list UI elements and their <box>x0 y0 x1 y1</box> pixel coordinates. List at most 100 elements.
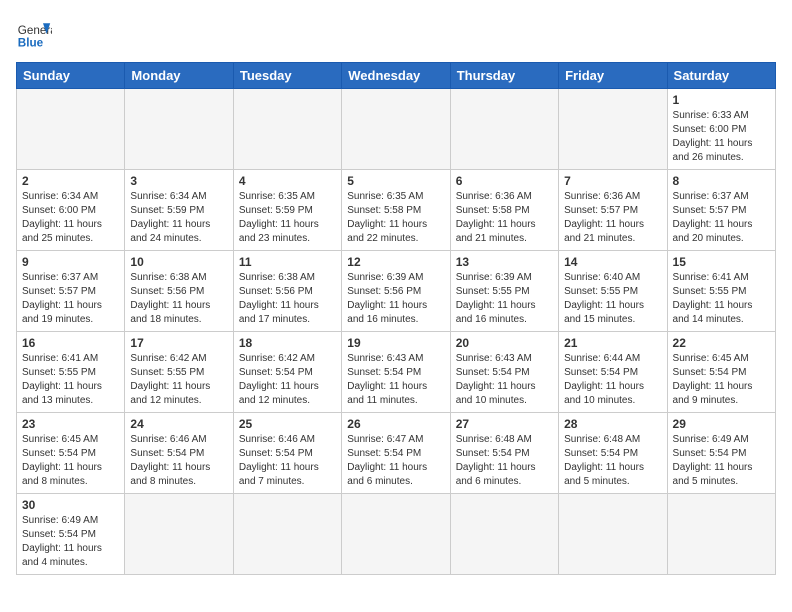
day-info: Sunrise: 6:46 AM Sunset: 5:54 PM Dayligh… <box>239 433 336 489</box>
calendar-cell: 30Sunrise: 6:49 AM Sunset: 5:54 PM Dayli… <box>17 494 125 575</box>
day-number: 6 <box>456 174 553 188</box>
day-info: Sunrise: 6:48 AM Sunset: 5:54 PM Dayligh… <box>564 433 661 489</box>
calendar-cell: 5 Sunrise: 6:35 AM Sunset: 5:58 PM Daylig… <box>342 170 450 251</box>
calendar-cell: 3 Sunrise: 6:34 AM Sunset: 5:59 PM Daylig… <box>125 170 233 251</box>
day-number: 12 <box>347 255 444 269</box>
day-number: 7 <box>564 174 661 188</box>
calendar-cell: 4 Sunrise: 6:35 AM Sunset: 5:59 PM Daylig… <box>233 170 341 251</box>
day-info: Sunrise: 6:37 AM Sunset: 5:57 PM Dayligh… <box>22 271 119 327</box>
calendar-cell <box>125 89 233 170</box>
calendar-cell <box>342 89 450 170</box>
day-info: Sunrise: 6:49 AM Sunset: 5:54 PM Dayligh… <box>673 433 770 489</box>
day-info: Sunrise: 6:42 AM Sunset: 5:54 PM Dayligh… <box>239 352 336 408</box>
day-info: Sunrise: 6:44 AM Sunset: 5:54 PM Dayligh… <box>564 352 661 408</box>
day-number: 22 <box>673 336 770 350</box>
calendar-cell <box>233 89 341 170</box>
day-info: Sunrise: 6:36 AM Sunset: 5:57 PM Dayligh… <box>564 190 661 246</box>
calendar-cell: 7 Sunrise: 6:36 AM Sunset: 5:57 PM Daylig… <box>559 170 667 251</box>
day-number: 11 <box>239 255 336 269</box>
day-number: 5 <box>347 174 444 188</box>
calendar-cell: 18 Sunrise: 6:42 AM Sunset: 5:54 PM Dayli… <box>233 332 341 413</box>
weekday-header-saturday: Saturday <box>667 63 775 89</box>
calendar-cell: 17Sunrise: 6:42 AM Sunset: 5:55 PM Dayli… <box>125 332 233 413</box>
calendar-cell <box>342 494 450 575</box>
day-number: 23 <box>22 417 119 431</box>
day-info: Sunrise: 6:35 AM Sunset: 5:58 PM Dayligh… <box>347 190 444 246</box>
calendar-cell: 14 Sunrise: 6:40 AM Sunset: 5:55 PM Dayli… <box>559 251 667 332</box>
calendar-week-3: 9Sunrise: 6:37 AM Sunset: 5:57 PM Daylig… <box>17 251 776 332</box>
calendar-cell: 2 Sunrise: 6:34 AM Sunset: 6:00 PM Daylig… <box>17 170 125 251</box>
calendar-cell <box>450 89 558 170</box>
day-info: Sunrise: 6:40 AM Sunset: 5:55 PM Dayligh… <box>564 271 661 327</box>
calendar-week-4: 16Sunrise: 6:41 AM Sunset: 5:55 PM Dayli… <box>17 332 776 413</box>
day-number: 29 <box>673 417 770 431</box>
day-info: Sunrise: 6:35 AM Sunset: 5:59 PM Dayligh… <box>239 190 336 246</box>
day-info: Sunrise: 6:36 AM Sunset: 5:58 PM Dayligh… <box>456 190 553 246</box>
day-info: Sunrise: 6:48 AM Sunset: 5:54 PM Dayligh… <box>456 433 553 489</box>
day-info: Sunrise: 6:46 AM Sunset: 5:54 PM Dayligh… <box>130 433 227 489</box>
weekday-header-tuesday: Tuesday <box>233 63 341 89</box>
calendar-cell: 21Sunrise: 6:44 AM Sunset: 5:54 PM Dayli… <box>559 332 667 413</box>
calendar-cell: 15 Sunrise: 6:41 AM Sunset: 5:55 PM Dayli… <box>667 251 775 332</box>
day-number: 27 <box>456 417 553 431</box>
day-number: 19 <box>347 336 444 350</box>
day-number: 13 <box>456 255 553 269</box>
day-info: Sunrise: 6:45 AM Sunset: 5:54 PM Dayligh… <box>22 433 119 489</box>
calendar-cell: 19 Sunrise: 6:43 AM Sunset: 5:54 PM Dayli… <box>342 332 450 413</box>
day-info: Sunrise: 6:34 AM Sunset: 6:00 PM Dayligh… <box>22 190 119 246</box>
day-info: Sunrise: 6:43 AM Sunset: 5:54 PM Dayligh… <box>456 352 553 408</box>
calendar-cell: 13 Sunrise: 6:39 AM Sunset: 5:55 PM Dayli… <box>450 251 558 332</box>
calendar-cell: 8 Sunrise: 6:37 AM Sunset: 5:57 PM Daylig… <box>667 170 775 251</box>
calendar-cell: 25Sunrise: 6:46 AM Sunset: 5:54 PM Dayli… <box>233 413 341 494</box>
day-info: Sunrise: 6:45 AM Sunset: 5:54 PM Dayligh… <box>673 352 770 408</box>
day-number: 3 <box>130 174 227 188</box>
calendar-cell: 12Sunrise: 6:39 AM Sunset: 5:56 PM Dayli… <box>342 251 450 332</box>
calendar-cell: 11Sunrise: 6:38 AM Sunset: 5:56 PM Dayli… <box>233 251 341 332</box>
calendar-cell: 10 Sunrise: 6:38 AM Sunset: 5:56 PM Dayli… <box>125 251 233 332</box>
calendar-cell: 16Sunrise: 6:41 AM Sunset: 5:55 PM Dayli… <box>17 332 125 413</box>
svg-text:Blue: Blue <box>18 37 44 50</box>
calendar-cell: 27 Sunrise: 6:48 AM Sunset: 5:54 PM Dayli… <box>450 413 558 494</box>
calendar-cell <box>559 494 667 575</box>
calendar-cell: 6 Sunrise: 6:36 AM Sunset: 5:58 PM Daylig… <box>450 170 558 251</box>
day-info: Sunrise: 6:41 AM Sunset: 5:55 PM Dayligh… <box>673 271 770 327</box>
weekday-header-wednesday: Wednesday <box>342 63 450 89</box>
calendar-cell: 29 Sunrise: 6:49 AM Sunset: 5:54 PM Dayli… <box>667 413 775 494</box>
day-info: Sunrise: 6:38 AM Sunset: 5:56 PM Dayligh… <box>130 271 227 327</box>
page-header: General Blue <box>16 16 776 52</box>
calendar-cell <box>233 494 341 575</box>
calendar-cell: 20 Sunrise: 6:43 AM Sunset: 5:54 PM Dayli… <box>450 332 558 413</box>
day-number: 16 <box>22 336 119 350</box>
day-number: 10 <box>130 255 227 269</box>
calendar-week-2: 2 Sunrise: 6:34 AM Sunset: 6:00 PM Daylig… <box>17 170 776 251</box>
day-number: 8 <box>673 174 770 188</box>
logo-icon: General Blue <box>16 16 52 52</box>
day-number: 18 <box>239 336 336 350</box>
weekday-header-monday: Monday <box>125 63 233 89</box>
day-number: 15 <box>673 255 770 269</box>
calendar-cell <box>125 494 233 575</box>
day-number: 2 <box>22 174 119 188</box>
day-info: Sunrise: 6:49 AM Sunset: 5:54 PM Dayligh… <box>22 514 119 570</box>
day-info: Sunrise: 6:43 AM Sunset: 5:54 PM Dayligh… <box>347 352 444 408</box>
day-number: 24 <box>130 417 227 431</box>
day-info: Sunrise: 6:34 AM Sunset: 5:59 PM Dayligh… <box>130 190 227 246</box>
calendar-cell: 26Sunrise: 6:47 AM Sunset: 5:54 PM Dayli… <box>342 413 450 494</box>
calendar-cell: 23 Sunrise: 6:45 AM Sunset: 5:54 PM Dayli… <box>17 413 125 494</box>
day-number: 1 <box>673 93 770 107</box>
day-number: 28 <box>564 417 661 431</box>
day-info: Sunrise: 6:39 AM Sunset: 5:55 PM Dayligh… <box>456 271 553 327</box>
calendar-week-5: 23 Sunrise: 6:45 AM Sunset: 5:54 PM Dayli… <box>17 413 776 494</box>
calendar-cell <box>17 89 125 170</box>
calendar-table: SundayMondayTuesdayWednesdayThursdayFrid… <box>16 62 776 575</box>
day-info: Sunrise: 6:47 AM Sunset: 5:54 PM Dayligh… <box>347 433 444 489</box>
calendar-cell <box>559 89 667 170</box>
day-number: 20 <box>456 336 553 350</box>
weekday-header-thursday: Thursday <box>450 63 558 89</box>
day-number: 4 <box>239 174 336 188</box>
day-info: Sunrise: 6:37 AM Sunset: 5:57 PM Dayligh… <box>673 190 770 246</box>
weekday-header-row: SundayMondayTuesdayWednesdayThursdayFrid… <box>17 63 776 89</box>
weekday-header-friday: Friday <box>559 63 667 89</box>
weekday-header-sunday: Sunday <box>17 63 125 89</box>
day-number: 14 <box>564 255 661 269</box>
